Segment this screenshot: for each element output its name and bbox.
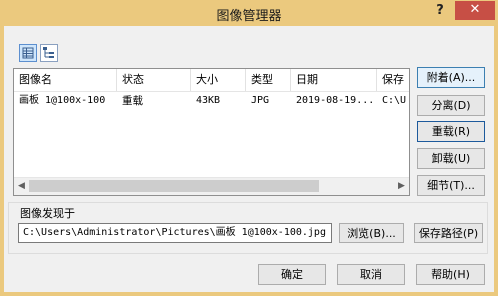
scrollbar-thumb[interactable]	[29, 180, 319, 192]
reload-button[interactable]: 重载(R)	[417, 121, 485, 142]
scroll-right-icon[interactable]: ▶	[394, 178, 409, 195]
help-title-button[interactable]: ?	[430, 3, 450, 21]
image-path-field[interactable]: C:\Users\Administrator\Pictures\画板 1@100…	[18, 223, 332, 243]
window-title: 图像管理器	[216, 9, 282, 24]
found-at-label: 图像发现于	[18, 205, 77, 221]
details-view-button[interactable]	[19, 44, 37, 62]
detach-button[interactable]: 分离(D)	[417, 95, 485, 116]
close-button[interactable]: ✕	[455, 1, 495, 20]
scroll-left-icon[interactable]: ◀	[14, 178, 29, 195]
cell-date: 2019-08-19...	[296, 95, 375, 106]
cell-size: 43KB	[196, 95, 221, 106]
cancel-button[interactable]: 取消	[337, 264, 405, 285]
help-button[interactable]: 帮助(H)	[416, 264, 485, 285]
details-button[interactable]: 细节(T)...	[417, 175, 485, 196]
window-frame-bottom	[0, 292, 498, 296]
cell-name: 画板 1@100x-100	[19, 95, 106, 106]
tree-view-button[interactable]	[40, 44, 58, 62]
window-frame-left	[0, 26, 4, 296]
unload-button[interactable]: 卸载(U)	[417, 148, 485, 169]
column-header-size[interactable]: 大小	[191, 69, 246, 91]
save-path-button[interactable]: 保存路径(P)	[414, 223, 483, 243]
column-header-status[interactable]: 状态	[117, 69, 191, 91]
horizontal-scrollbar[interactable]: ◀ ▶	[14, 177, 409, 195]
browse-button[interactable]: 浏览(B)...	[339, 223, 404, 243]
column-header-name[interactable]: 图像名	[14, 69, 117, 91]
ok-button[interactable]: 确定	[258, 264, 326, 285]
cell-type: JPG	[251, 95, 270, 106]
cell-save: C:\U	[382, 95, 407, 106]
column-header-save[interactable]: 保存	[377, 69, 409, 91]
attach-button[interactable]: 附着(A)...	[417, 67, 485, 88]
tree-view-icon	[43, 47, 54, 58]
column-header-date[interactable]: 日期	[291, 69, 377, 91]
column-header-type[interactable]: 类型	[246, 69, 291, 91]
image-list[interactable]: 图像名 状态 大小 类型 日期 保存 画板 1@100x-100 重载 43KB…	[13, 68, 410, 196]
window-frame-right	[494, 26, 498, 296]
cell-status: 重载	[122, 95, 143, 107]
details-view-icon	[22, 47, 34, 59]
